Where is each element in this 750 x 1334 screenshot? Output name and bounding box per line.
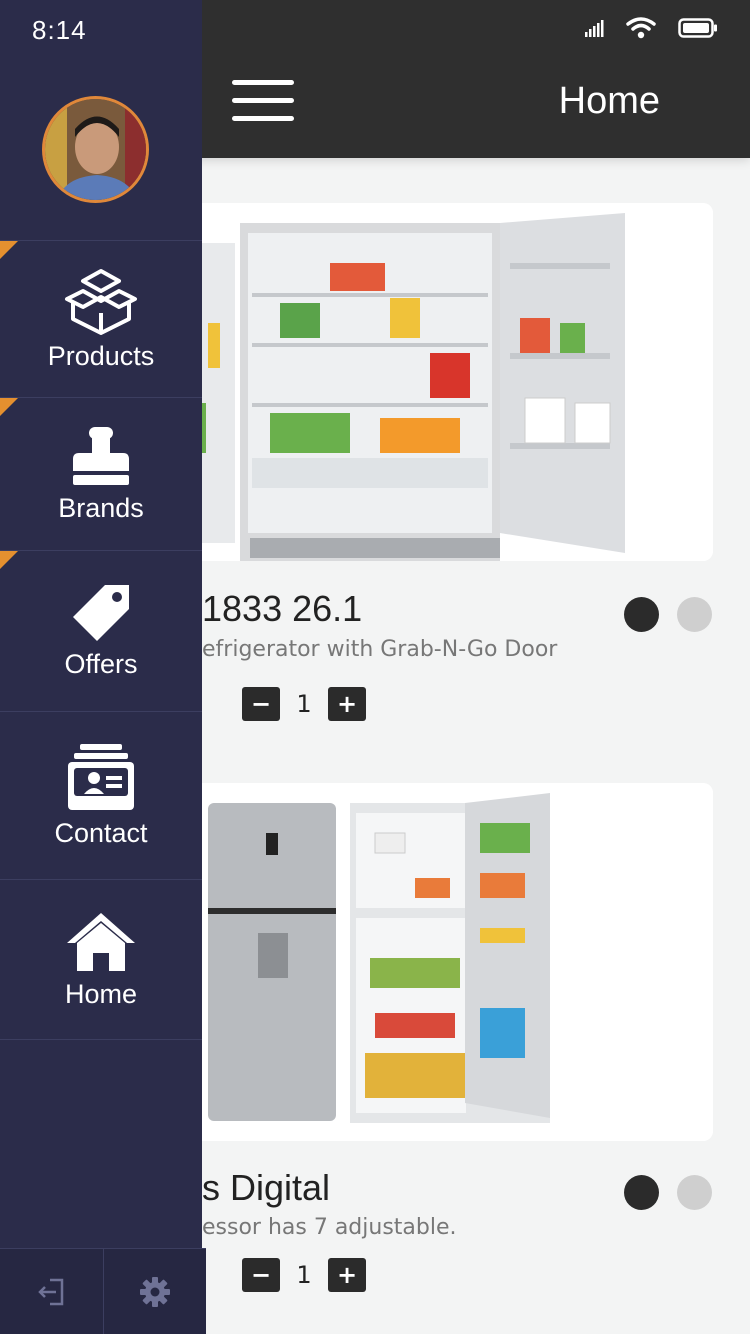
quantity-stepper: − 1 + bbox=[242, 687, 366, 721]
signal-icon bbox=[585, 20, 604, 37]
decrease-quantity-button[interactable]: − bbox=[242, 1258, 280, 1292]
product-image-refrigerator-french-door[interactable] bbox=[180, 203, 713, 561]
quantity-value: 1 bbox=[296, 690, 312, 718]
logout-button[interactable] bbox=[0, 1249, 104, 1334]
contact-card-icon bbox=[68, 744, 134, 810]
quantity-stepper: − 1 + bbox=[242, 1258, 366, 1292]
active-corner-marker bbox=[0, 398, 18, 416]
menu-item-label: Products bbox=[47, 340, 155, 371]
stamp-icon bbox=[73, 426, 129, 485]
hamburger-line bbox=[232, 98, 294, 103]
menu-item-brands[interactable]: Brands bbox=[0, 397, 202, 550]
product-description: efrigerator with Grab-N-Go Door bbox=[202, 637, 558, 662]
wifi-icon bbox=[626, 17, 656, 39]
hamburger-line bbox=[232, 80, 294, 85]
settings-button[interactable] bbox=[104, 1249, 207, 1334]
increase-quantity-button[interactable]: + bbox=[328, 687, 366, 721]
box-icon bbox=[65, 268, 137, 335]
app-screen: Home 1833 26.1 efrigerator with Grab-N-G… bbox=[0, 0, 750, 1334]
menu-hamburger-button[interactable] bbox=[232, 80, 294, 126]
menu-item-label: Contact bbox=[54, 818, 148, 848]
page-title: Home bbox=[558, 80, 660, 122]
hamburger-line bbox=[232, 116, 294, 121]
drawer-footer bbox=[0, 1248, 206, 1334]
color-option-dark[interactable] bbox=[624, 597, 659, 632]
refrigerator-illustration bbox=[180, 783, 713, 1141]
battery-icon bbox=[678, 18, 717, 38]
product-image-refrigerator-top-freezer[interactable] bbox=[180, 783, 713, 1141]
gear-icon bbox=[139, 1276, 170, 1307]
product-description: essor has 7 adjustable. bbox=[202, 1215, 457, 1240]
status-time: 8:14 bbox=[32, 15, 87, 45]
menu-item-offers[interactable]: Offers bbox=[0, 550, 202, 711]
logout-icon bbox=[38, 1278, 64, 1305]
menu-item-label: Brands bbox=[58, 492, 144, 523]
menu-item-label: Offers bbox=[64, 648, 138, 679]
tag-icon bbox=[73, 584, 129, 641]
active-corner-marker bbox=[0, 241, 18, 259]
drawer-menu: Products Brands Offers Contact Home bbox=[0, 240, 202, 1040]
user-photo bbox=[45, 99, 146, 200]
menu-item-products[interactable]: Products bbox=[0, 240, 202, 397]
menu-item-label: Home bbox=[64, 979, 138, 1009]
menu-item-home[interactable]: Home bbox=[0, 879, 202, 1040]
color-option-light[interactable] bbox=[677, 1175, 712, 1210]
home-icon bbox=[67, 913, 135, 971]
color-option-light[interactable] bbox=[677, 597, 712, 632]
decrease-quantity-button[interactable]: − bbox=[242, 687, 280, 721]
navigation-drawer: 8:14 Products Brands Offers Contact Home bbox=[0, 0, 206, 1334]
quantity-value: 1 bbox=[296, 1261, 312, 1289]
increase-quantity-button[interactable]: + bbox=[328, 1258, 366, 1292]
product-title[interactable]: s Digital bbox=[202, 1167, 330, 1209]
product-title[interactable]: 1833 26.1 bbox=[202, 588, 362, 630]
color-option-dark[interactable] bbox=[624, 1175, 659, 1210]
menu-item-contact[interactable]: Contact bbox=[0, 711, 202, 879]
avatar[interactable] bbox=[42, 96, 149, 203]
active-corner-marker bbox=[0, 551, 18, 569]
refrigerator-illustration bbox=[180, 203, 713, 561]
